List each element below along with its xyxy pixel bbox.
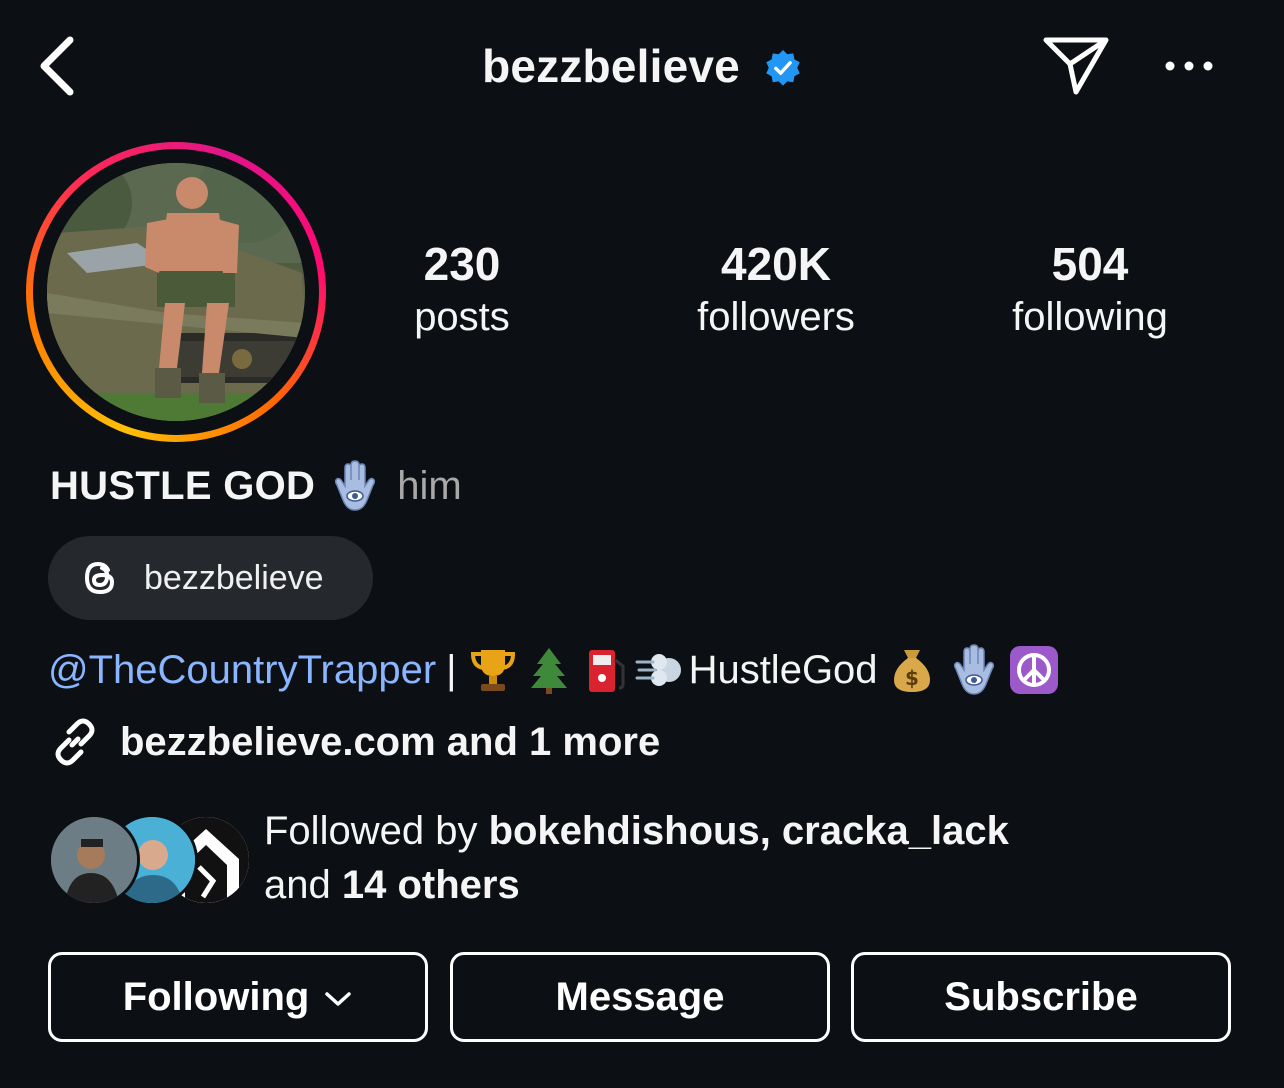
profile-header: bezzbelieve (0, 0, 1284, 134)
pronouns: him (397, 463, 462, 508)
svg-text:$: $ (905, 666, 919, 690)
stat-followers-count: 420K (721, 238, 831, 290)
following-button-label: Following (122, 974, 310, 1019)
followed-by-prefix: Followed by (264, 809, 489, 853)
stat-following[interactable]: 504 following (960, 236, 1220, 342)
name-row: HUSTLE GOD him (50, 458, 462, 514)
followed-by-others: 14 others (341, 863, 520, 907)
profile-avatar[interactable] (47, 163, 305, 421)
stat-posts-count: 230 (423, 238, 501, 290)
send-icon[interactable] (1040, 34, 1112, 98)
trophy-icon (467, 644, 519, 696)
stat-posts[interactable]: 230 posts (332, 236, 592, 342)
hamsa-icon (335, 460, 376, 511)
avatar (48, 814, 140, 906)
peace-symbol-icon (1008, 644, 1060, 696)
money-bag-icon: $ (886, 644, 938, 696)
followed-by-and: and (264, 863, 342, 907)
link-text[interactable]: bezzbelieve.com and 1 more (120, 720, 660, 765)
subscribe-button-label: Subscribe (944, 974, 1138, 1019)
username-title: bezzbelieve (482, 40, 740, 92)
bio: @TheCountryTrapper | HustleGod $ (48, 640, 1062, 700)
message-button[interactable]: Message (450, 952, 830, 1042)
link-icon (55, 718, 95, 766)
followed-by-names: bokehdishous, cracka_lack (488, 809, 1009, 853)
mutual-followers-avatars[interactable] (48, 814, 252, 906)
stat-followers[interactable]: 420K followers (646, 236, 906, 342)
avatar-photo-illustration (47, 163, 305, 421)
chevron-down-icon (325, 992, 352, 1006)
verified-badge-icon (766, 49, 800, 86)
message-button-label: Message (555, 974, 725, 1019)
following-button[interactable]: Following (48, 952, 428, 1042)
stat-posts-label: posts (414, 295, 510, 339)
stat-following-label: following (1012, 295, 1168, 339)
evergreen-tree-icon (523, 644, 575, 696)
threads-icon (84, 561, 115, 595)
followed-by-text[interactable]: Followed by bokehdishous, cracka_lack an… (264, 804, 1009, 912)
stat-followers-label: followers (697, 295, 855, 339)
story-ring[interactable] (26, 142, 326, 442)
fuel-pump-icon (579, 644, 631, 696)
bio-mention-link[interactable]: @TheCountryTrapper (48, 648, 436, 693)
display-name: HUSTLE GOD (50, 463, 316, 508)
bio-text: HustleGod (688, 647, 878, 692)
threads-badge[interactable]: bezzbelieve (48, 536, 373, 620)
subscribe-button[interactable]: Subscribe (851, 952, 1231, 1042)
bio-separator: | (446, 647, 457, 692)
dash-smoke-icon (635, 644, 687, 696)
hamsa-icon (948, 644, 1000, 696)
external-link-row[interactable]: bezzbelieve.com and 1 more (48, 712, 660, 772)
stat-following-count: 504 (1051, 238, 1129, 290)
threads-handle: bezzbelieve (144, 558, 324, 597)
more-icon[interactable] (1160, 50, 1218, 82)
